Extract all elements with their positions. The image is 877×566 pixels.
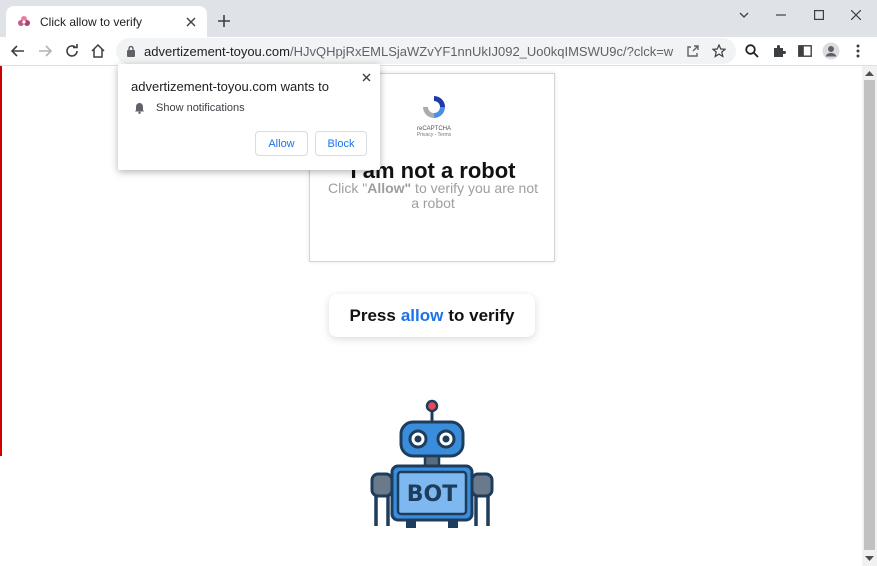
reload-button[interactable] <box>60 39 84 63</box>
close-window-button[interactable] <box>837 0 875 30</box>
share-button[interactable] <box>681 39 705 63</box>
browser-window: Click allow to verify advertizement-toyo… <box>0 0 877 566</box>
reload-icon <box>66 44 78 57</box>
notification-permission-popup: advertizement-toyou.com wants to Show no… <box>118 64 380 170</box>
chevron-down-icon <box>739 12 749 18</box>
address-bar[interactable]: advertizement-toyou.com/HJvQHpjRxEMLSjaW… <box>116 38 736 64</box>
forward-button[interactable] <box>33 39 57 63</box>
press-suffix: to verify <box>448 305 515 325</box>
url-path: /HJvQHpjRxEMLSjaWZvYF1nnUkIJ092_Uo0kqIMS… <box>289 43 674 59</box>
bell-icon <box>132 101 146 115</box>
profile-button[interactable] <box>819 39 843 63</box>
recaptcha-links[interactable]: Privacy - Terms <box>414 132 454 138</box>
bookmark-button[interactable] <box>707 39 731 63</box>
extensions-button[interactable] <box>767 39 791 63</box>
minimize-icon <box>776 14 786 16</box>
tab-search-button[interactable] <box>725 0 763 30</box>
back-button[interactable] <box>6 39 30 63</box>
menu-button[interactable] <box>846 39 870 63</box>
lock-icon[interactable] <box>124 44 138 58</box>
share-icon <box>687 45 699 57</box>
captcha-subtext: Click "Allow" to verify you are not a ro… <box>328 180 539 211</box>
maximize-icon <box>814 10 824 20</box>
robot-icon: BOT <box>370 399 494 528</box>
tab-close-icon[interactable] <box>183 14 199 30</box>
tab-title: Click allow to verify <box>40 14 143 29</box>
permission-label: Show notifications <box>156 102 245 114</box>
side-panel-button[interactable] <box>793 39 817 63</box>
permission-row: Show notifications <box>132 101 245 115</box>
recaptcha-badge: reCAPTCHA Privacy - Terms <box>414 94 454 138</box>
puzzle-icon <box>774 45 786 57</box>
robot-label: BOT <box>407 482 457 507</box>
minimize-button[interactable] <box>762 0 800 30</box>
arrow-right-icon <box>39 45 52 57</box>
home-icon <box>91 44 105 58</box>
side-panel-icon <box>798 45 812 57</box>
page-edge-strip <box>0 66 2 456</box>
block-button[interactable]: Block <box>315 131 367 156</box>
star-icon <box>712 44 726 58</box>
popup-close-icon[interactable] <box>358 69 374 85</box>
search-icon <box>745 44 759 58</box>
new-tab-button[interactable] <box>213 10 235 32</box>
search-button[interactable] <box>740 39 764 63</box>
scrollbar-thumb[interactable] <box>864 80 875 550</box>
browser-tab[interactable]: Click allow to verify <box>6 6 207 37</box>
avatar-icon <box>822 42 840 60</box>
url-host: advertizement-toyou.com <box>144 43 290 59</box>
allow-button[interactable]: Allow <box>255 131 308 156</box>
home-button[interactable] <box>86 39 110 63</box>
press-prefix: Press <box>349 305 396 325</box>
arrow-left-icon <box>11 45 24 57</box>
scroll-up-icon <box>865 71 874 76</box>
pink-flower-icon <box>16 14 32 30</box>
kebab-menu-icon <box>856 44 860 58</box>
tab-strip: Click allow to verify <box>0 0 877 37</box>
recaptcha-icon <box>423 96 445 118</box>
press-allow-banner: Press allow to verify <box>329 294 535 337</box>
press-allow-word: allow <box>400 305 444 325</box>
url-text[interactable]: advertizement-toyou.com/HJvQHpjRxEMLSjaW… <box>144 44 674 59</box>
maximize-button[interactable] <box>800 0 838 30</box>
vertical-scrollbar[interactable] <box>862 66 877 566</box>
robot-illustration: BOT <box>368 398 496 532</box>
close-icon <box>851 10 861 20</box>
browser-toolbar: advertizement-toyou.com/HJvQHpjRxEMLSjaW… <box>0 37 877 66</box>
popup-title: advertizement-toyou.com wants to <box>131 79 329 94</box>
scroll-down-icon <box>865 556 874 561</box>
